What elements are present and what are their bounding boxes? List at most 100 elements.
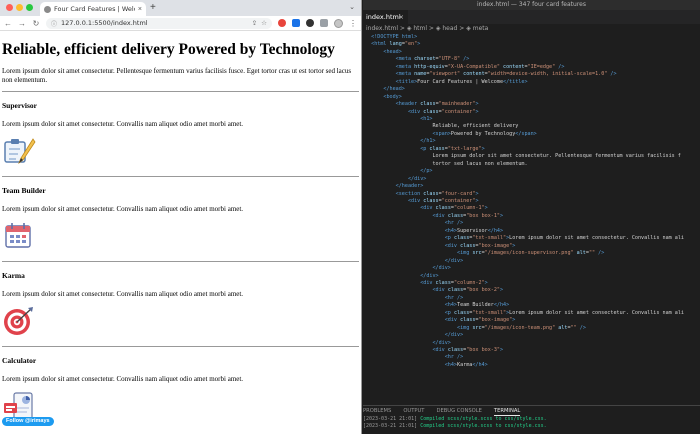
code-line[interactable]: <p class="txt-small">Lorem ipsum dolor s… xyxy=(363,235,700,242)
code-line[interactable]: <h4>Karma</h4> xyxy=(363,362,700,369)
close-tab-icon[interactable]: × xyxy=(138,6,142,13)
code-line[interactable]: <h1> xyxy=(363,116,700,123)
code-line[interactable]: <meta name="viewport" content="width=dev… xyxy=(363,71,700,78)
code-token: "box box-3" xyxy=(466,347,500,354)
code-token: "txt-small" xyxy=(472,235,507,242)
code-line[interactable]: <div class="container"> xyxy=(363,109,700,116)
tab-terminal[interactable]: TERMINAL xyxy=(493,406,521,416)
code-line[interactable]: </div> xyxy=(363,273,700,280)
code-area[interactable]: <!DOCTYPE html> <html lang="en"> <head> … xyxy=(363,34,700,400)
kebab-menu-icon[interactable]: ⋮ xyxy=(349,19,357,28)
code-line[interactable]: </head> xyxy=(363,86,700,93)
code-line[interactable]: <div class="column-2"> xyxy=(363,280,700,287)
code-line[interactable]: <meta http-equiv="X-UA-Compatible" conte… xyxy=(363,64,700,71)
browser-tab[interactable]: Four Card Features | Welcome × xyxy=(40,2,146,16)
code-line[interactable]: <hr /> xyxy=(363,354,700,361)
code-line[interactable]: <img src="/images/icon-team.png" alt="" … xyxy=(363,325,700,332)
url-text[interactable]: 127.0.0.1:5500/index.html xyxy=(61,19,248,27)
code-token: > xyxy=(475,190,479,197)
code-line[interactable]: <div class="container"> xyxy=(363,198,700,205)
puzzle-icon[interactable] xyxy=(320,19,328,27)
back-button[interactable]: ← xyxy=(4,19,12,28)
minimize-window-button[interactable] xyxy=(16,4,23,11)
extension-dark-icon[interactable] xyxy=(306,19,314,27)
code-token: "viewport" xyxy=(429,71,461,78)
extension-blue-icon[interactable] xyxy=(292,19,300,27)
profile-avatar[interactable] xyxy=(334,18,343,28)
terminal-output[interactable]: [2023-03-21 21:01] Compiled scss/style.s… xyxy=(363,416,700,430)
code-line[interactable]: <hr /> xyxy=(363,295,700,302)
reload-button[interactable]: ↻ xyxy=(32,19,40,28)
extension-red-icon[interactable] xyxy=(278,19,286,27)
twitter-follow-button[interactable]: Follow @irimays xyxy=(2,417,54,426)
code-line[interactable]: </p> xyxy=(363,168,700,175)
terminal-timestamp: [2023-03-21 21:01] xyxy=(363,423,418,429)
code-line[interactable]: <meta charset="UTF-8" /> xyxy=(363,56,700,63)
tab-debug-console[interactable]: DEBUG CONSOLE xyxy=(436,406,481,416)
code-line[interactable]: <div class="box box-2"> xyxy=(363,287,700,294)
code-token: <span> xyxy=(432,130,451,137)
card-text: Lorem ipsum dolor sit amet consectetur. … xyxy=(2,290,244,298)
code-line[interactable]: <span>Powered by Technology</span> xyxy=(363,131,700,138)
code-line[interactable]: <p class="txt-small">Lorem ipsum dolor s… xyxy=(363,310,700,317)
code-line[interactable]: </div> xyxy=(363,332,700,339)
code-line[interactable]: Reliable, efficient delivery xyxy=(363,123,700,130)
code-line[interactable]: <body> xyxy=(363,94,700,101)
code-token: <header xyxy=(395,101,421,108)
lead-paragraph: Lorem ipsum dolor sit amet consectetur. … xyxy=(2,67,352,84)
code-line[interactable]: <div class="box box-1"> xyxy=(363,213,700,220)
code-line[interactable]: <h4>Team Builder</h4> xyxy=(363,302,700,309)
code-token: "box box-1" xyxy=(466,212,500,219)
tab-problems[interactable]: PROBLEMS xyxy=(363,406,391,416)
code-line[interactable]: <div class="column-1"> xyxy=(363,205,700,212)
code-line[interactable]: </div> xyxy=(363,265,700,272)
code-token: class xyxy=(460,317,476,324)
calculator-report-icon xyxy=(2,391,359,421)
code-line[interactable]: </h1> xyxy=(363,138,700,145)
code-token: "width=device-width, initial-scale=1.0" xyxy=(487,71,608,78)
code-line[interactable]: <head> xyxy=(363,49,700,56)
code-line[interactable]: Lorem ipsum dolor sit amet consectetur. … xyxy=(363,153,700,160)
chevron-down-icon[interactable]: ⌄ xyxy=(349,3,355,11)
star-icon[interactable]: ☆ xyxy=(261,19,267,27)
code-line[interactable]: <header class="mainheader"> xyxy=(363,101,700,108)
code-token: > xyxy=(484,279,488,286)
maximize-window-button[interactable] xyxy=(26,4,33,11)
code-line[interactable]: <h4>Supervisor</h4> xyxy=(363,228,700,235)
new-tab-button[interactable]: + xyxy=(150,1,156,15)
close-icon[interactable]: × xyxy=(399,10,404,24)
share-icon[interactable]: ⇪ xyxy=(252,19,257,27)
info-icon[interactable]: ⓘ xyxy=(51,19,57,28)
code-line[interactable]: <div class="box box-3"> xyxy=(363,347,700,354)
code-line[interactable]: <p class="txt-large"> xyxy=(363,146,700,153)
code-token: </div> xyxy=(407,175,427,182)
code-line[interactable]: <hr /> xyxy=(363,220,700,227)
breadcrumb[interactable]: index.html > ◈ html > ◈ head > ◈ meta xyxy=(363,24,700,34)
editor-tab-index-html[interactable]: index.html × xyxy=(363,10,409,24)
code-line[interactable]: </div> xyxy=(363,340,700,347)
code-line[interactable]: </div> xyxy=(363,176,700,183)
tab-output[interactable]: OUTPUT xyxy=(403,406,424,416)
code-line[interactable]: <!DOCTYPE html> xyxy=(363,34,700,41)
code-line[interactable]: <section class="four-card"> xyxy=(363,191,700,198)
code-line[interactable]: <img src="/images/icon-supervisor.png" a… xyxy=(363,250,700,257)
code-token: Karma xyxy=(457,361,473,368)
code-line[interactable]: <html lang="en"> xyxy=(363,41,700,48)
code-line[interactable]: </header> xyxy=(363,183,700,190)
code-token: src xyxy=(472,324,482,331)
code-line[interactable]: <title>Four Card Features | Welcome</tit… xyxy=(363,79,700,86)
close-window-button[interactable] xyxy=(6,4,13,11)
code-line[interactable]: <div class="box-image"> xyxy=(363,317,700,324)
code-line[interactable]: </div> xyxy=(363,258,700,265)
code-token: "txt-large" xyxy=(447,145,482,152)
address-bar[interactable]: ⓘ 127.0.0.1:5500/index.html ⇪ ☆ xyxy=(46,17,272,29)
code-line[interactable]: tortor sed lacus non elementum. xyxy=(363,161,700,168)
forward-button[interactable]: → xyxy=(18,19,26,28)
code-line[interactable]: <div class="box-image"> xyxy=(363,243,700,250)
